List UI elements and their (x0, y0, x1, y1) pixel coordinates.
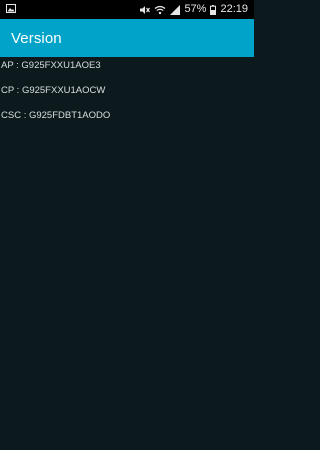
app-bar: Version (0, 19, 254, 57)
status-right: 57% 22:19 (139, 0, 248, 19)
status-bar: 57% 22:19 (0, 0, 254, 19)
battery-icon (210, 4, 217, 15)
mute-icon (139, 5, 151, 15)
version-row-ap: AP : G925FXXU1AOE3 (1, 60, 101, 71)
status-left (6, 3, 16, 16)
battery-percent: 57% (184, 3, 207, 15)
image-notification-icon (6, 3, 16, 16)
wifi-icon (154, 5, 166, 15)
signal-icon (170, 4, 181, 15)
clock: 22:19 (220, 3, 248, 15)
page-title: Version (11, 29, 62, 47)
version-row-csc: CSC : G925FDBT1AODO (1, 110, 111, 121)
version-row-cp: CP : G925FXXU1AOCW (1, 85, 106, 96)
version-list: AP : G925FXXU1AOE3 CP : G925FXXU1AOCW CS… (0, 57, 254, 450)
